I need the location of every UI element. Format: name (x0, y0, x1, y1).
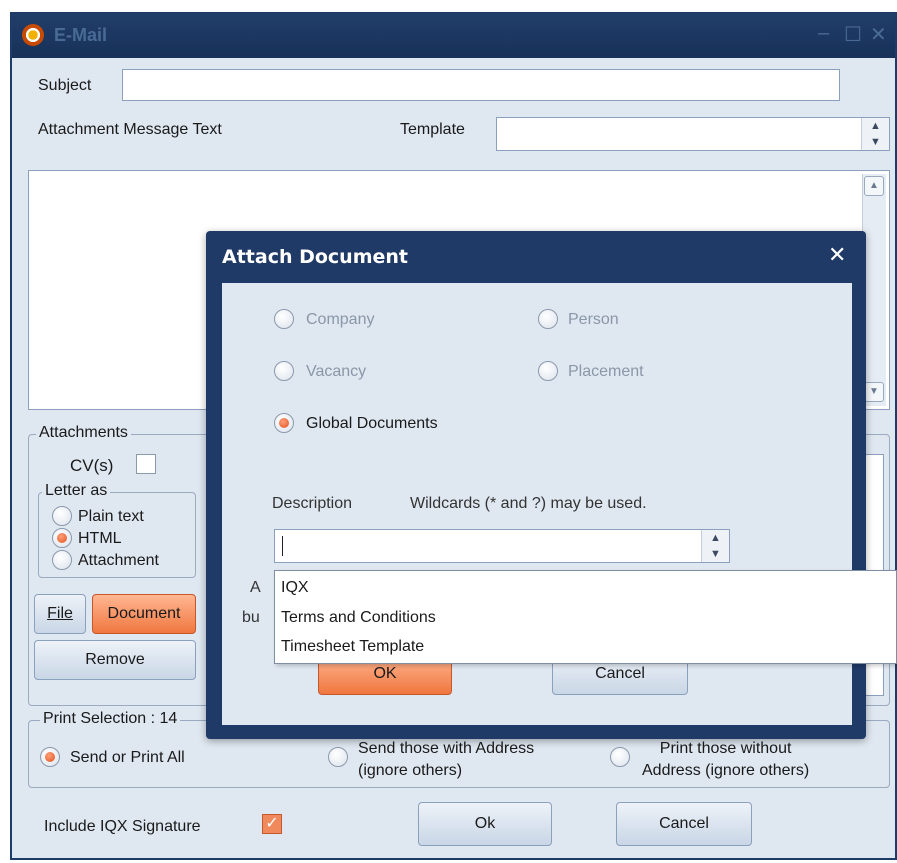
letter-as-label: Letter as (42, 482, 111, 500)
person-label: Person (568, 311, 619, 328)
file-button[interactable]: File (34, 594, 86, 634)
obscured-label-a: A (250, 579, 261, 596)
window-title: E-Mail (54, 25, 108, 45)
letter-option-label: Plain text (78, 508, 144, 525)
print-without-address-line2: Address (ignore others) (642, 762, 810, 779)
cvs-label: CV(s) (70, 456, 114, 475)
ok-button[interactable]: Ok (418, 802, 552, 846)
select-arrows-icon: ▲ ▼ (861, 118, 889, 150)
scroll-up-icon[interactable]: ▲ (864, 176, 884, 196)
letter-option-label: HTML (78, 530, 122, 547)
text-cursor (282, 536, 283, 556)
company-label: Company (306, 311, 375, 328)
send-print-all-radio[interactable] (40, 747, 60, 767)
vacancy-label: Vacancy (306, 363, 367, 380)
send-print-all-label: Send or Print All (70, 749, 185, 766)
title-bar[interactable]: E-Mail – ☐ ✕ (12, 14, 895, 58)
cancel-button[interactable]: Cancel (616, 802, 752, 846)
global-documents-radio[interactable] (274, 413, 294, 433)
send-with-address-line1: Send those with Address (358, 740, 535, 757)
app-gear-icon (22, 24, 44, 46)
minimize-icon[interactable]: – (818, 22, 829, 45)
placement-label: Placement (568, 363, 644, 380)
print-selection-label: Print Selection : 14 (40, 710, 181, 728)
attachment-text-label: Attachment Message Text (38, 121, 222, 138)
person-radio[interactable] (538, 309, 558, 329)
send-with-address-label: Send those with Address (ignore others) (358, 738, 534, 782)
send-with-address-line2: (ignore others) (358, 762, 463, 779)
dialog-title: Attach Document (222, 246, 409, 268)
wildcards-hint: Wildcards (* and ?) may be used. (410, 495, 647, 512)
print-without-address-line1: Print those without (659, 740, 792, 757)
dropdown-item[interactable]: IQX (281, 579, 309, 597)
description-label: Description (272, 495, 353, 512)
combobox-arrows-icon[interactable]: ▲ ▼ (701, 530, 729, 562)
maximize-icon[interactable]: ☐ (844, 22, 862, 47)
dropdown-item[interactable]: Terms and Conditions (281, 609, 436, 627)
description-dropdown-list[interactable]: IQX Terms and Conditions Timesheet Templ… (274, 570, 897, 664)
letter-radio-plain[interactable] (52, 506, 72, 526)
subject-input[interactable] (122, 69, 840, 101)
letter-option-label: Attachment (78, 552, 159, 569)
include-signature-label: Include IQX Signature (44, 818, 201, 835)
close-icon[interactable]: ✕ (870, 22, 887, 47)
remove-button[interactable]: Remove (34, 640, 196, 680)
global-documents-label: Global Documents (306, 415, 438, 432)
send-with-address-radio[interactable] (328, 747, 348, 767)
template-select[interactable]: ▲ ▼ (496, 117, 890, 151)
attachments-group-label: Attachments (36, 424, 131, 442)
document-button[interactable]: Document (92, 594, 196, 634)
include-signature-checkbox[interactable]: ✓ (262, 814, 282, 834)
template-label: Template (400, 121, 465, 138)
dialog-close-icon[interactable]: ✕ (828, 242, 846, 268)
cvs-checkbox[interactable] (136, 454, 156, 474)
obscured-label-b: bu (242, 609, 260, 626)
dropdown-item[interactable]: Timesheet Template (281, 638, 424, 656)
company-radio[interactable] (274, 309, 294, 329)
print-without-address-label: Print those without Address (ignore othe… (642, 738, 809, 782)
scroll-down-icon[interactable]: ▼ (864, 382, 884, 402)
print-without-address-radio[interactable] (610, 747, 630, 767)
description-combobox[interactable]: ▲ ▼ (274, 529, 730, 563)
placement-radio[interactable] (538, 361, 558, 381)
vacancy-radio[interactable] (274, 361, 294, 381)
subject-label: Subject (38, 77, 92, 94)
letter-radio-html[interactable] (52, 528, 72, 548)
letter-radio-attachment[interactable] (52, 550, 72, 570)
